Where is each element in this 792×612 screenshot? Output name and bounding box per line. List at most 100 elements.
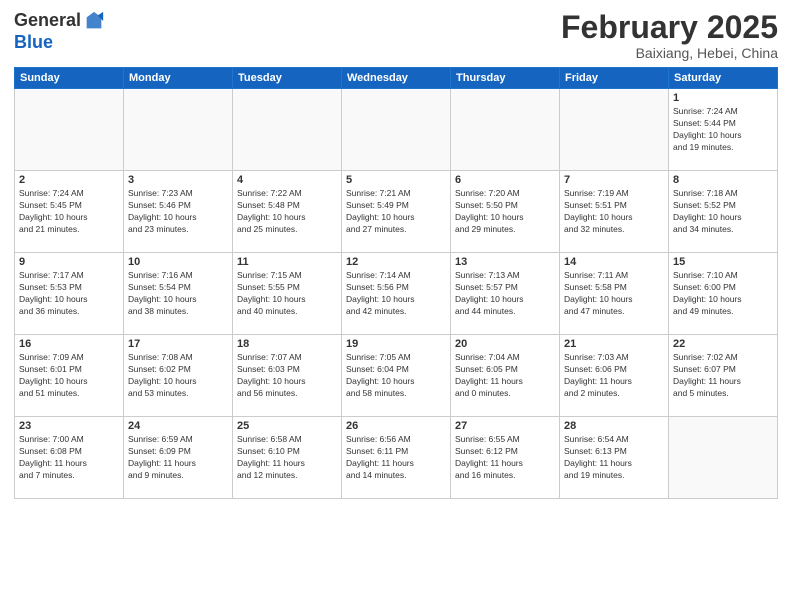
calendar-cell-w2-d2: 11 Sunrise: 7:15 AM Sunset: 5:55 PM Dayli… xyxy=(233,253,342,335)
logo-blue-text: Blue xyxy=(14,32,105,54)
day-info: Sunrise: 7:02 AM Sunset: 6:07 PM Dayligh… xyxy=(673,352,773,400)
title-block: February 2025 Baixiang, Hebei, China xyxy=(561,10,778,61)
calendar-cell-w4-d1: 24Sunrise: 6:59 AM Sunset: 6:09 PM Dayli… xyxy=(124,417,233,499)
day-number: 18 xyxy=(237,338,337,350)
day-number: 9 xyxy=(19,256,119,268)
day-info: Sunrise: 7:20 AM Sunset: 5:50 PM Dayligh… xyxy=(455,188,555,236)
calendar-cell-w1-d1: 3 Sunrise: 7:23 AM Sunset: 5:46 PM Daylig… xyxy=(124,171,233,253)
day-info: Sunrise: 7:07 AM Sunset: 6:03 PM Dayligh… xyxy=(237,352,337,400)
day-number: 7 xyxy=(564,174,664,186)
day-number: 3 xyxy=(128,174,228,186)
day-info: Sunrise: 7:21 AM Sunset: 5:49 PM Dayligh… xyxy=(346,188,446,236)
day-number: 5 xyxy=(346,174,446,186)
day-number: 8 xyxy=(673,174,773,186)
day-info: Sunrise: 7:03 AM Sunset: 6:06 PM Dayligh… xyxy=(564,352,664,400)
calendar-cell-w2-d5: 14 Sunrise: 7:11 AM Sunset: 5:58 PM Dayli… xyxy=(560,253,669,335)
calendar-cell-w1-d2: 4 Sunrise: 7:22 AM Sunset: 5:48 PM Daylig… xyxy=(233,171,342,253)
calendar-cell-w2-d6: 15 Sunrise: 7:10 AM Sunset: 6:00 PM Dayli… xyxy=(669,253,778,335)
month-year-title: February 2025 xyxy=(561,10,778,45)
day-info: Sunrise: 7:00 AM Sunset: 6:08 PM Dayligh… xyxy=(19,434,119,482)
logo-icon xyxy=(83,10,105,32)
calendar-cell-w4-d2: 25 Sunrise: 6:58 AM Sunset: 6:10 PM Dayli… xyxy=(233,417,342,499)
week-row-3: 16 Sunrise: 7:09 AM Sunset: 6:01 PM Dayli… xyxy=(15,335,778,417)
day-info: Sunrise: 7:14 AM Sunset: 5:56 PM Dayligh… xyxy=(346,270,446,318)
calendar-cell-w3-d5: 21 Sunrise: 7:03 AM Sunset: 6:06 PM Dayli… xyxy=(560,335,669,417)
calendar-cell-w3-d2: 18 Sunrise: 7:07 AM Sunset: 6:03 PM Dayli… xyxy=(233,335,342,417)
calendar-cell-w2-d1: 10 Sunrise: 7:16 AM Sunset: 5:54 PM Dayli… xyxy=(124,253,233,335)
day-info: Sunrise: 7:15 AM Sunset: 5:55 PM Dayligh… xyxy=(237,270,337,318)
logo: General Blue xyxy=(14,10,105,54)
day-info: Sunrise: 7:05 AM Sunset: 6:04 PM Dayligh… xyxy=(346,352,446,400)
day-number: 26 xyxy=(346,420,446,432)
day-number: 22 xyxy=(673,338,773,350)
calendar-cell-w3-d1: 17 Sunrise: 7:08 AM Sunset: 6:02 PM Dayli… xyxy=(124,335,233,417)
day-number: 15 xyxy=(673,256,773,268)
col-friday: Friday xyxy=(560,68,669,89)
day-number: 6 xyxy=(455,174,555,186)
calendar-cell-w0-d6: 1Sunrise: 7:24 AM Sunset: 5:44 PM Daylig… xyxy=(669,89,778,171)
day-number: 11 xyxy=(237,256,337,268)
day-number: 14 xyxy=(564,256,664,268)
day-info: Sunrise: 7:22 AM Sunset: 5:48 PM Dayligh… xyxy=(237,188,337,236)
col-thursday: Thursday xyxy=(451,68,560,89)
day-number: 20 xyxy=(455,338,555,350)
col-sunday: Sunday xyxy=(15,68,124,89)
week-row-0: 1Sunrise: 7:24 AM Sunset: 5:44 PM Daylig… xyxy=(15,89,778,171)
col-saturday: Saturday xyxy=(669,68,778,89)
day-number: 4 xyxy=(237,174,337,186)
day-info: Sunrise: 6:58 AM Sunset: 6:10 PM Dayligh… xyxy=(237,434,337,482)
day-info: Sunrise: 7:23 AM Sunset: 5:46 PM Dayligh… xyxy=(128,188,228,236)
calendar-cell-w4-d0: 23Sunrise: 7:00 AM Sunset: 6:08 PM Dayli… xyxy=(15,417,124,499)
calendar-cell-w1-d0: 2Sunrise: 7:24 AM Sunset: 5:45 PM Daylig… xyxy=(15,171,124,253)
calendar-cell-w4-d6 xyxy=(669,417,778,499)
calendar-cell-w2-d3: 12Sunrise: 7:14 AM Sunset: 5:56 PM Dayli… xyxy=(342,253,451,335)
col-monday: Monday xyxy=(124,68,233,89)
calendar-cell-w0-d4 xyxy=(451,89,560,171)
day-info: Sunrise: 7:18 AM Sunset: 5:52 PM Dayligh… xyxy=(673,188,773,236)
calendar-cell-w0-d3 xyxy=(342,89,451,171)
day-number: 27 xyxy=(455,420,555,432)
day-number: 21 xyxy=(564,338,664,350)
day-info: Sunrise: 7:11 AM Sunset: 5:58 PM Dayligh… xyxy=(564,270,664,318)
day-info: Sunrise: 7:08 AM Sunset: 6:02 PM Dayligh… xyxy=(128,352,228,400)
calendar-cell-w0-d5 xyxy=(560,89,669,171)
col-tuesday: Tuesday xyxy=(233,68,342,89)
calendar-cell-w3-d4: 20 Sunrise: 7:04 AM Sunset: 6:05 PM Dayli… xyxy=(451,335,560,417)
calendar-cell-w3-d3: 19 Sunrise: 7:05 AM Sunset: 6:04 PM Dayli… xyxy=(342,335,451,417)
calendar-header-row: Sunday Monday Tuesday Wednesday Thursday… xyxy=(15,68,778,89)
day-info: Sunrise: 6:55 AM Sunset: 6:12 PM Dayligh… xyxy=(455,434,555,482)
col-wednesday: Wednesday xyxy=(342,68,451,89)
calendar-table: Sunday Monday Tuesday Wednesday Thursday… xyxy=(14,67,778,499)
day-info: Sunrise: 7:09 AM Sunset: 6:01 PM Dayligh… xyxy=(19,352,119,400)
week-row-2: 9Sunrise: 7:17 AM Sunset: 5:53 PM Daylig… xyxy=(15,253,778,335)
day-number: 10 xyxy=(128,256,228,268)
day-number: 17 xyxy=(128,338,228,350)
day-info: Sunrise: 7:10 AM Sunset: 6:00 PM Dayligh… xyxy=(673,270,773,318)
day-number: 19 xyxy=(346,338,446,350)
day-info: Sunrise: 6:54 AM Sunset: 6:13 PM Dayligh… xyxy=(564,434,664,482)
day-number: 28 xyxy=(564,420,664,432)
day-number: 16 xyxy=(19,338,119,350)
day-info: Sunrise: 7:16 AM Sunset: 5:54 PM Dayligh… xyxy=(128,270,228,318)
day-info: Sunrise: 6:59 AM Sunset: 6:09 PM Dayligh… xyxy=(128,434,228,482)
day-info: Sunrise: 7:13 AM Sunset: 5:57 PM Dayligh… xyxy=(455,270,555,318)
week-row-4: 23Sunrise: 7:00 AM Sunset: 6:08 PM Dayli… xyxy=(15,417,778,499)
calendar-cell-w1-d3: 5 Sunrise: 7:21 AM Sunset: 5:49 PM Daylig… xyxy=(342,171,451,253)
day-number: 25 xyxy=(237,420,337,432)
calendar-cell-w0-d0 xyxy=(15,89,124,171)
calendar-cell-w4-d3: 26 Sunrise: 6:56 AM Sunset: 6:11 PM Dayli… xyxy=(342,417,451,499)
day-info: Sunrise: 7:04 AM Sunset: 6:05 PM Dayligh… xyxy=(455,352,555,400)
day-number: 1 xyxy=(673,92,773,104)
day-info: Sunrise: 6:56 AM Sunset: 6:11 PM Dayligh… xyxy=(346,434,446,482)
calendar-cell-w4-d4: 27 Sunrise: 6:55 AM Sunset: 6:12 PM Dayli… xyxy=(451,417,560,499)
calendar-cell-w1-d4: 6 Sunrise: 7:20 AM Sunset: 5:50 PM Daylig… xyxy=(451,171,560,253)
day-number: 13 xyxy=(455,256,555,268)
calendar-cell-w1-d6: 8 Sunrise: 7:18 AM Sunset: 5:52 PM Daylig… xyxy=(669,171,778,253)
calendar-cell-w2-d4: 13 Sunrise: 7:13 AM Sunset: 5:57 PM Dayli… xyxy=(451,253,560,335)
calendar-cell-w0-d2 xyxy=(233,89,342,171)
page: General Blue February 2025 Baixiang, Heb… xyxy=(0,0,792,612)
header: General Blue February 2025 Baixiang, Heb… xyxy=(14,10,778,61)
calendar-cell-w3-d0: 16 Sunrise: 7:09 AM Sunset: 6:01 PM Dayli… xyxy=(15,335,124,417)
week-row-1: 2Sunrise: 7:24 AM Sunset: 5:45 PM Daylig… xyxy=(15,171,778,253)
calendar-cell-w2-d0: 9Sunrise: 7:17 AM Sunset: 5:53 PM Daylig… xyxy=(15,253,124,335)
